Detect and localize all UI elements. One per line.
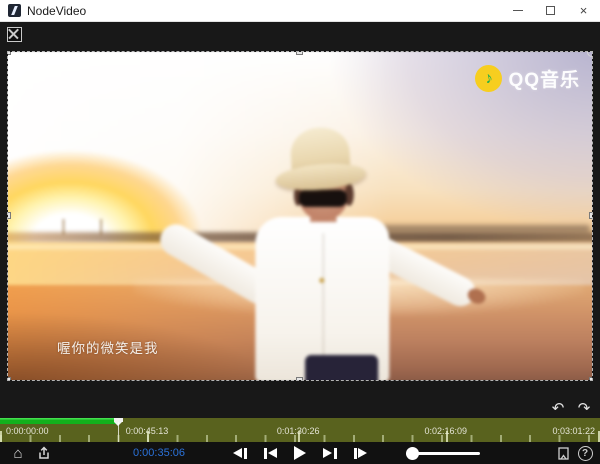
timeline-played-bar bbox=[0, 418, 119, 424]
resize-handle-left[interactable] bbox=[8, 212, 11, 219]
window-controls: × bbox=[501, 0, 600, 22]
frame-forward-button[interactable] bbox=[354, 448, 368, 459]
minimize-icon bbox=[513, 10, 523, 12]
play-button[interactable] bbox=[294, 446, 306, 460]
timeline-major-tick bbox=[147, 431, 149, 442]
playhead-line bbox=[118, 422, 119, 442]
resize-handle-bottom-left[interactable] bbox=[8, 377, 11, 380]
home-icon: ⌂ bbox=[13, 445, 22, 462]
transport-bar: ⌂ 0:00:35:06 bbox=[0, 442, 600, 464]
clear-selection-button[interactable] bbox=[7, 27, 22, 42]
jump-start-icon bbox=[268, 448, 277, 458]
shirt-button bbox=[319, 278, 324, 283]
playhead[interactable] bbox=[114, 418, 123, 442]
maximize-icon bbox=[546, 6, 555, 15]
boy-pants bbox=[305, 355, 378, 380]
mast-silhouette bbox=[100, 219, 102, 234]
jump-start-button[interactable] bbox=[264, 448, 278, 459]
qq-music-watermark: ♪ QQ音乐 bbox=[475, 65, 580, 92]
workspace: ♪ QQ音乐 喔你的微笑是我 ↶ ↷ 0:00:00:00 0:00:45:13… bbox=[0, 22, 600, 464]
export-button[interactable] bbox=[35, 444, 53, 462]
video-frame bbox=[8, 52, 592, 380]
maximize-button[interactable] bbox=[534, 0, 567, 22]
frame-back-icon bbox=[233, 448, 242, 458]
music-note-icon: ♪ bbox=[483, 70, 494, 87]
video-preview-canvas[interactable]: ♪ QQ音乐 喔你的微笑是我 bbox=[8, 52, 592, 380]
timeline-ruler[interactable]: 0:00:00:00 0:00:45:13 0:01:30:26 0:02:16… bbox=[0, 418, 600, 442]
preview-zoom-slider[interactable] bbox=[406, 446, 480, 460]
close-icon: × bbox=[580, 3, 588, 18]
lyric-subtitle: 喔你的微笑是我 bbox=[57, 337, 159, 357]
home-button[interactable]: ⌂ bbox=[9, 444, 27, 462]
close-button[interactable]: × bbox=[567, 0, 600, 22]
transport-controls bbox=[233, 442, 367, 464]
help-icon: ? bbox=[578, 446, 593, 461]
resize-handle-bottom-right[interactable] bbox=[589, 377, 592, 380]
resize-handle-right[interactable] bbox=[589, 212, 592, 219]
minimize-button[interactable] bbox=[501, 0, 534, 22]
bookmark-icon bbox=[556, 446, 571, 461]
mast-silhouette bbox=[62, 219, 64, 234]
jump-end-button[interactable] bbox=[323, 448, 337, 459]
timeline-timestamp: 0:00:00:00 bbox=[6, 426, 49, 436]
app-logo-icon bbox=[8, 4, 21, 17]
undo-icon: ↶ bbox=[552, 400, 565, 417]
timeline-major-tick bbox=[298, 431, 300, 442]
title-bar: NodeVideo × bbox=[0, 0, 600, 22]
boy-sunglasses bbox=[299, 190, 347, 207]
frame-forward-icon bbox=[358, 448, 367, 458]
shirt-placket bbox=[322, 233, 324, 375]
resize-handle-top-left[interactable] bbox=[8, 52, 11, 55]
help-button[interactable]: ? bbox=[576, 444, 594, 462]
play-icon bbox=[294, 446, 306, 460]
bookmark-button[interactable] bbox=[554, 444, 572, 462]
resize-handle-bottom[interactable] bbox=[296, 377, 303, 380]
app-title: NodeVideo bbox=[27, 4, 86, 18]
watermark-label: QQ音乐 bbox=[508, 65, 580, 92]
frame-back-button[interactable] bbox=[233, 448, 247, 459]
slider-knob[interactable] bbox=[406, 447, 419, 460]
timeline-major-tick bbox=[0, 431, 2, 442]
export-icon bbox=[36, 445, 52, 461]
redo-button[interactable]: ↷ bbox=[574, 400, 594, 418]
redo-icon: ↷ bbox=[578, 400, 591, 417]
timeline-major-tick bbox=[446, 431, 448, 442]
undo-button[interactable]: ↶ bbox=[548, 400, 568, 418]
jump-end-icon bbox=[323, 448, 332, 458]
resize-handle-top[interactable] bbox=[296, 52, 303, 55]
qq-music-logo-icon: ♪ bbox=[475, 65, 502, 92]
timeline-timestamp: 0:03:01:22 bbox=[552, 426, 595, 436]
current-time-display: 0:00:35:06 bbox=[109, 442, 209, 464]
